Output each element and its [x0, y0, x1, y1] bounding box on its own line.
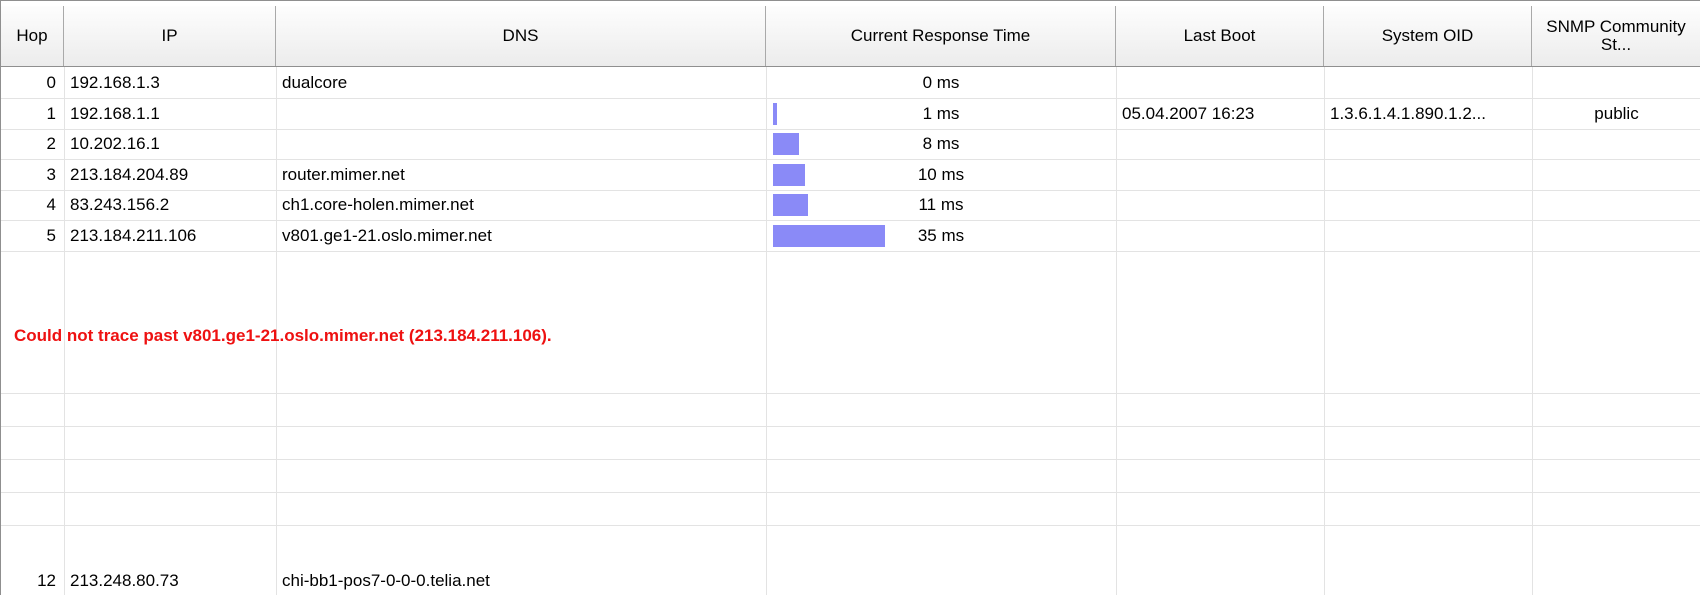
cell-dns	[282, 129, 764, 159]
row-divider	[1, 492, 1700, 493]
cell-response: 10 ms	[917, 164, 965, 184]
cell-response: 8 ms	[922, 134, 960, 153]
cell-boot	[1122, 129, 1322, 159]
column-header-snmp[interactable]: SNMP Community St...	[1532, 6, 1700, 66]
cell-hop: 0	[46, 73, 56, 92]
cell-oid	[1330, 221, 1530, 251]
row-divider	[1, 459, 1700, 460]
cell-boot	[1122, 68, 1322, 98]
cell-ip: 213.248.80.73	[70, 571, 179, 590]
cell-dns: router.mimer.net	[282, 164, 405, 184]
cell-ip: 192.168.1.1	[70, 103, 160, 123]
table-row[interactable]: 12 213.248.80.73 chi-bb1-pos7-0-0-0.telia.…	[1, 566, 1700, 596]
cell-oid	[1330, 190, 1530, 220]
table-row[interactable]: 3 213.184.204.89 router.mimer.net 10 ms	[1, 160, 1700, 190]
cell-snmp	[1532, 221, 1700, 251]
response-time-bar	[773, 224, 885, 247]
cell-dns: dualcore	[282, 73, 348, 92]
column-header-response[interactable]: Current Response Time	[766, 6, 1116, 66]
column-header-oid[interactable]: System OID	[1324, 6, 1532, 66]
cell-response: 11 ms	[918, 195, 964, 214]
response-time-bar	[773, 102, 777, 125]
cell-ip: 10.202.16.1	[70, 134, 160, 153]
cell-ip: 83.243.156.2	[70, 195, 170, 214]
table-header: Hop IP DNS Current Response Time Last Boot Sy…	[1, 6, 1700, 67]
column-header-hop[interactable]: Hop	[1, 6, 64, 66]
cell-snmp	[1532, 160, 1700, 190]
cell-snmp	[1532, 190, 1700, 220]
cell-oid: 1.3.6.1.4.1.890.1.2...	[1330, 103, 1486, 123]
cell-ip: 213.184.211.106	[70, 225, 197, 245]
response-time-bar	[773, 133, 799, 155]
cell-oid	[1330, 160, 1530, 190]
cell-response: 1 ms	[922, 103, 960, 123]
cell-boot	[1122, 221, 1322, 251]
cell-boot: 05.04.2007 16:23	[1122, 103, 1255, 123]
response-time-bar	[773, 194, 808, 216]
cell-response: 0 ms	[922, 73, 960, 92]
cell-dns: v801.ge1-21.oslo.mimer.net	[282, 225, 492, 245]
row-divider	[1, 525, 1700, 526]
row-divider	[1, 250, 1700, 252]
cell-hop: 5	[46, 225, 56, 245]
column-header-boot[interactable]: Last Boot	[1116, 6, 1324, 66]
table-row[interactable]: 2 10.202.16.1 8 ms	[1, 129, 1700, 159]
traceroute-table: Hop IP DNS Current Response Time Last Boot Sy…	[0, 0, 1700, 595]
column-header-ip[interactable]: IP	[64, 6, 276, 66]
cell-hop: 12	[37, 571, 56, 590]
cell-boot	[1122, 190, 1322, 220]
trace-error-message: Could not trace past v801.ge1-21.oslo.mi…	[14, 326, 552, 345]
cell-snmp: public	[1594, 103, 1639, 123]
row-divider	[1, 393, 1700, 394]
table-row[interactable]: 0 192.168.1.3 dualcore 0 ms	[1, 68, 1700, 98]
cell-ip: 213.184.204.89	[70, 164, 189, 184]
row-divider	[1, 426, 1700, 427]
cell-hop: 4	[46, 195, 56, 214]
cell-hop: 3	[46, 164, 56, 184]
cell-snmp	[1532, 68, 1700, 98]
cell-snmp	[1532, 129, 1700, 159]
cell-dns: chi-bb1-pos7-0-0-0.telia.net	[282, 571, 490, 590]
cell-oid	[1330, 129, 1530, 159]
table-row[interactable]: 4 83.243.156.2 ch1.core-holen.mimer.net 11 …	[1, 190, 1700, 220]
table-row[interactable]: 1 192.168.1.1 1 ms 05.04.2007 16:23 1.3.6.1.…	[1, 99, 1700, 129]
cell-boot	[1122, 160, 1322, 190]
cell-dns: ch1.core-holen.mimer.net	[282, 195, 474, 214]
cell-ip: 192.168.1.3	[70, 73, 160, 92]
cell-dns	[282, 99, 764, 129]
cell-hop: 1	[46, 103, 56, 123]
table-row[interactable]: 5 213.184.211.106 v801.ge1-21.oslo.mimer.n…	[1, 221, 1700, 251]
column-header-dns[interactable]: DNS	[276, 6, 766, 66]
response-time-bar	[773, 163, 805, 186]
cell-oid	[1330, 68, 1530, 98]
cell-hop: 2	[46, 134, 56, 153]
